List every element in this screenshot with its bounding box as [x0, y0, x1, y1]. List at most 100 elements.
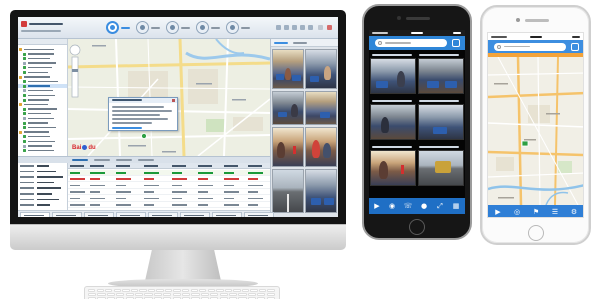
search-icon: [497, 44, 501, 49]
table-row[interactable]: [68, 202, 270, 208]
track-icon[interactable]: [166, 21, 179, 34]
video-channel-tile[interactable]: [370, 104, 416, 140]
table-cell-line: [248, 184, 263, 187]
detail-value-line: [37, 187, 61, 189]
bottom-tab[interactable]: [20, 212, 50, 217]
table-row[interactable]: [68, 189, 270, 196]
keyboard-key: [173, 289, 181, 292]
bottom-tab[interactable]: [84, 212, 114, 217]
keyboard-key: [190, 289, 198, 292]
column-header-line: [70, 165, 84, 167]
popup-link-line[interactable]: [112, 127, 142, 129]
video-channel-tile[interactable]: [418, 104, 464, 140]
add-icon[interactable]: [571, 42, 579, 51]
toolbar-label-line: [151, 27, 160, 29]
bottom-tab[interactable]: [52, 212, 82, 217]
tree-item-label: [24, 48, 54, 50]
video-icon[interactable]: ▶: [492, 207, 504, 217]
vehicle-info-popup[interactable]: [108, 97, 178, 131]
location-icon[interactable]: ◎: [511, 207, 523, 217]
bottom-tab[interactable]: [212, 212, 242, 217]
capture-icon[interactable]: ◉: [386, 201, 398, 211]
table-cell-line: [248, 178, 258, 180]
folder-icon: [19, 130, 22, 134]
list-icon[interactable]: ☰: [549, 207, 561, 217]
minimize-icon[interactable]: [318, 25, 323, 30]
video-tab-line[interactable]: [293, 42, 307, 44]
table-row[interactable]: [68, 170, 270, 176]
table-row[interactable]: [68, 196, 270, 202]
status-tab-line[interactable]: [94, 159, 110, 161]
device-search-input[interactable]: [494, 42, 566, 51]
seat-shape: [278, 112, 287, 117]
passenger-shape: [291, 104, 298, 117]
bottom-tab-label-line: [120, 214, 140, 216]
bottom-tab[interactable]: [116, 212, 146, 217]
popup-close-icon[interactable]: [172, 99, 175, 102]
video-channel-tile[interactable]: [305, 91, 337, 125]
bottom-tab[interactable]: [180, 212, 210, 217]
keyboard-key: [219, 293, 228, 296]
map-view[interactable]: [488, 57, 584, 205]
popup-text-line: [112, 122, 152, 124]
monitor-icon[interactable]: [106, 21, 119, 34]
video-channel-tile[interactable]: [272, 91, 304, 125]
map-view[interactable]: Bai du: [68, 39, 270, 156]
keyboard-key: [125, 293, 134, 296]
front-camera: [397, 16, 401, 20]
split-icon[interactable]: [284, 25, 289, 30]
video-channel-tile[interactable]: [418, 58, 464, 94]
vehicle-icon: [23, 94, 26, 97]
tree-item-label: [28, 135, 50, 138]
help-icon[interactable]: [308, 25, 313, 30]
status-time-line: [530, 36, 542, 38]
settings-icon[interactable]: [300, 25, 305, 30]
status-time-line: [411, 32, 423, 34]
vehicle-icon: [23, 98, 26, 102]
table-cell-line: [116, 191, 131, 193]
bottom-tab[interactable]: [148, 212, 178, 217]
video-channel-tile[interactable]: [418, 150, 464, 186]
table-row[interactable]: [68, 176, 270, 183]
popup-title-line: [112, 99, 142, 101]
home-button[interactable]: [409, 219, 425, 235]
status-tab-line[interactable]: [138, 159, 154, 161]
video-channel-tile[interactable]: [272, 169, 304, 213]
map-canvas[interactable]: [488, 57, 584, 205]
video-channel-tile[interactable]: [370, 58, 416, 94]
video-channel-tile[interactable]: [272, 49, 304, 89]
alarm-icon[interactable]: ⚑: [530, 207, 542, 217]
bottom-tab[interactable]: [244, 212, 274, 217]
video-channel-tile[interactable]: [305, 127, 337, 167]
video-tab-line[interactable]: [274, 42, 288, 44]
fullscreen-icon[interactable]: ⤢: [434, 201, 446, 211]
status-tab-line[interactable]: [116, 159, 132, 161]
table-row[interactable]: [68, 183, 270, 189]
add-icon[interactable]: [452, 39, 460, 47]
home-button[interactable]: [528, 225, 544, 241]
bottom-tab-label-line: [216, 214, 236, 216]
video-icon[interactable]: [136, 21, 149, 34]
tree-item[interactable]: [18, 148, 67, 153]
grid-icon[interactable]: [276, 25, 281, 30]
video-channel-tile[interactable]: [272, 127, 304, 167]
device-search-input[interactable]: [375, 39, 447, 47]
alarm-icon[interactable]: [226, 21, 239, 34]
play-icon[interactable]: ▶: [371, 201, 383, 211]
table-cell-line: [144, 197, 159, 200]
video-channel-tile[interactable]: [370, 150, 416, 186]
video-channel-tile[interactable]: [305, 49, 337, 89]
close-icon[interactable]: [327, 25, 332, 30]
keyboard-key: [207, 289, 215, 292]
user-icon[interactable]: [292, 25, 297, 30]
status-tab-line[interactable]: [72, 159, 88, 161]
talk-icon[interactable]: ☏: [402, 201, 414, 211]
video-channel-tile[interactable]: [305, 169, 337, 213]
vehicle-icon: [23, 140, 26, 143]
layout-icon[interactable]: ▦: [450, 201, 462, 211]
monitor-stand: [145, 250, 221, 281]
playback-icon[interactable]: [196, 21, 209, 34]
record-icon[interactable]: ●: [418, 201, 430, 211]
settings-icon[interactable]: ⚙: [568, 207, 580, 217]
tree-item-label: [28, 94, 55, 96]
